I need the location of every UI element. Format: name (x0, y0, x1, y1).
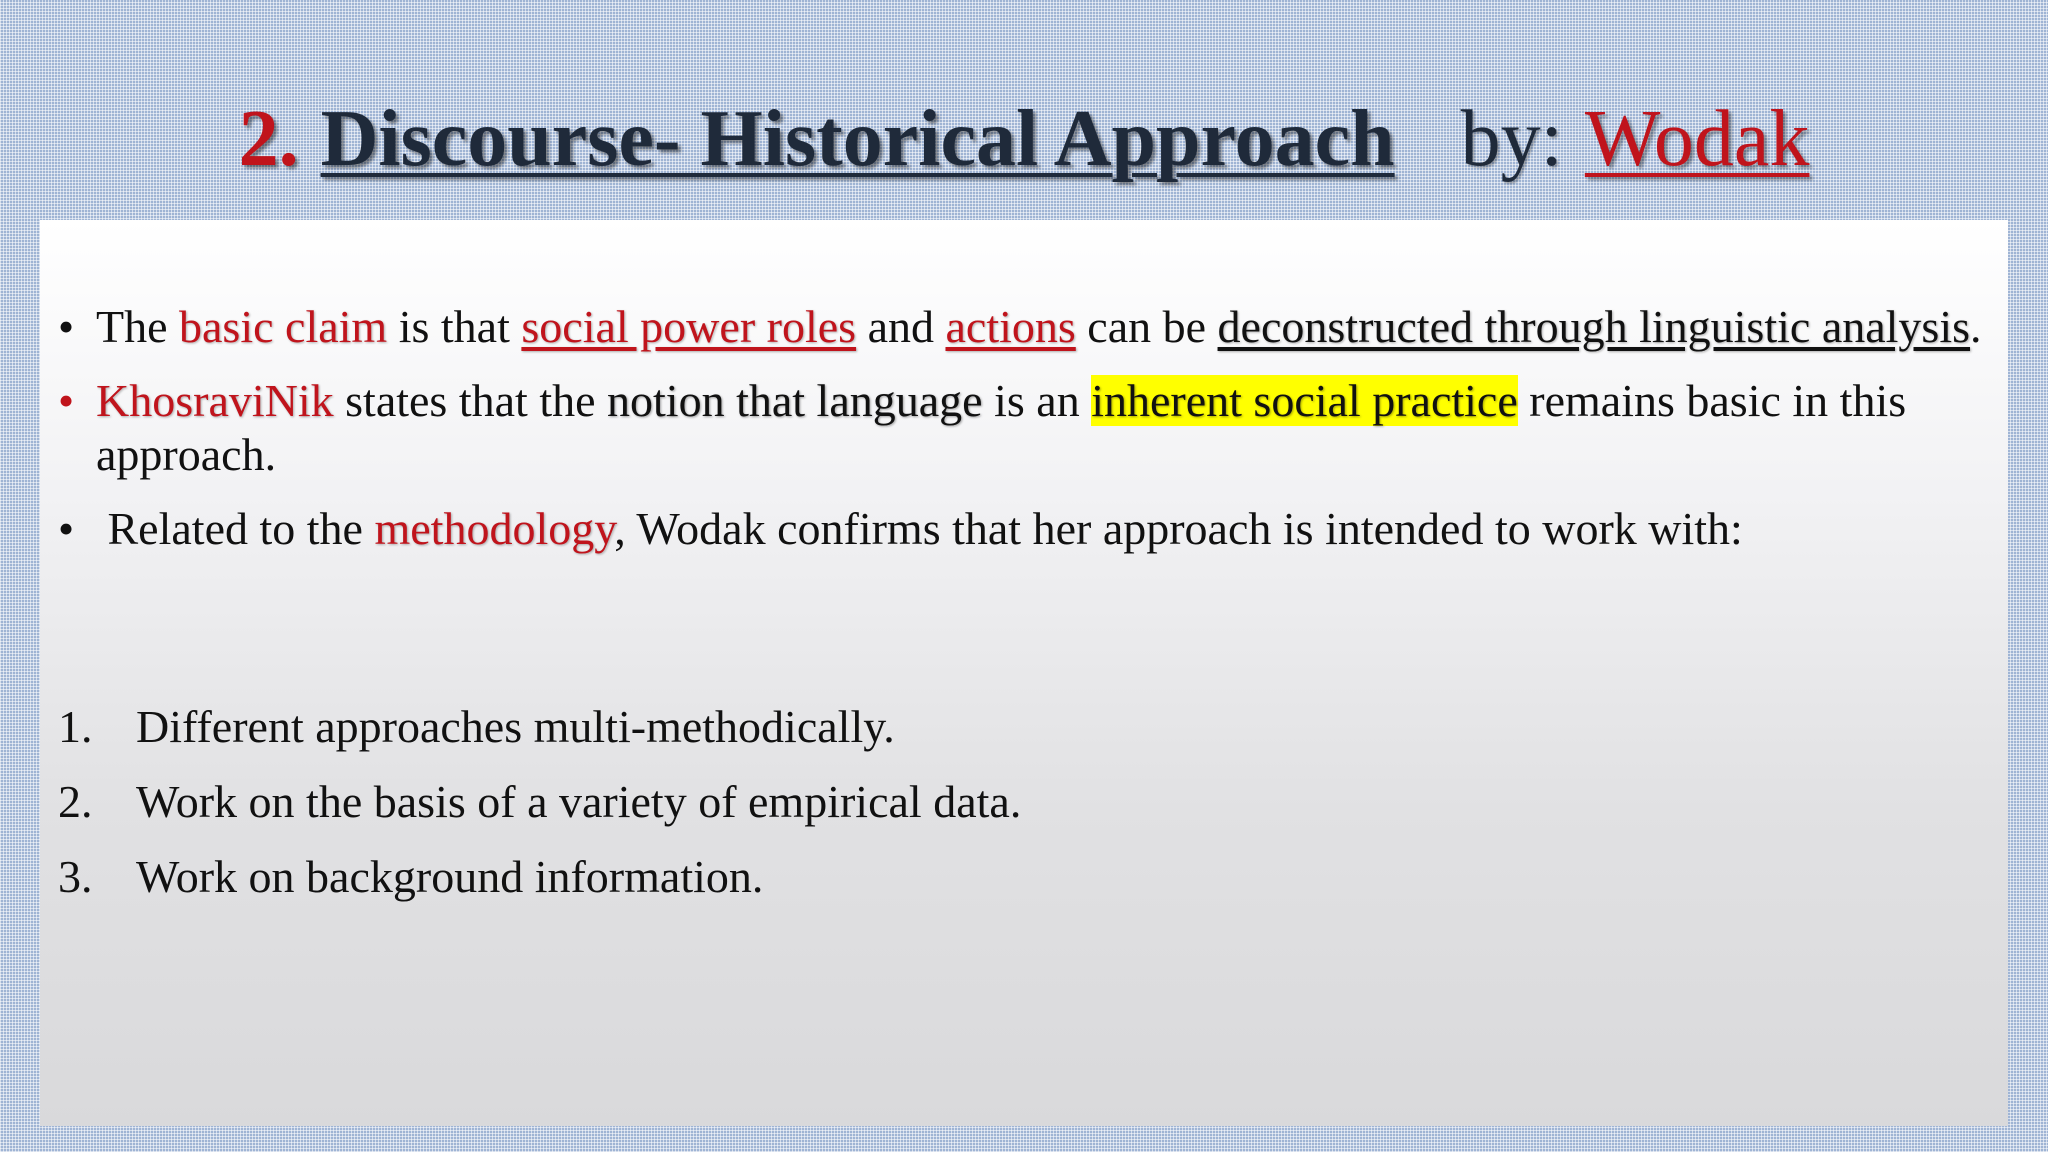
text-run: and (856, 301, 946, 352)
notion-term: notion that language (607, 375, 983, 426)
title-main: Discourse- Historical Approach (320, 94, 1395, 183)
title-author: Wodak (1584, 94, 1810, 183)
numbered-item: 1. Different approaches multi-methodical… (58, 700, 1958, 754)
numbered-item: 3. Work on background information. (58, 850, 1958, 904)
title-by: by: (1460, 94, 1563, 183)
text-run: states that the (333, 375, 608, 426)
khosravinik-name: KhosraviNik (96, 375, 334, 426)
text-run: can be (1075, 301, 1218, 352)
content-panel: • The basic claim is that social power r… (40, 220, 2008, 1126)
highlighted-social-practice: inherent social practice (1091, 375, 1518, 426)
bullet-marker: • (58, 503, 75, 554)
linguistic-analysis-term: deconstructed through linguistic analysi… (1217, 301, 1971, 352)
social-power-roles-term: social power roles (521, 301, 857, 352)
bullet-text: Related to the methodology, Wodak confir… (96, 503, 1743, 554)
bullet-marker: • (58, 375, 75, 426)
bullet-item-khosravinik: • KhosraviNik states that the notion tha… (58, 374, 1988, 482)
slide-title: 2. Discourse- Historical Approach by: Wo… (0, 84, 2048, 194)
text-run: is an (982, 375, 1092, 426)
text-run: Related to the (96, 503, 375, 554)
bullet-text: The basic claim is that social power rol… (96, 301, 1982, 352)
methodology-term: methodology (374, 503, 615, 554)
numbered-list: 1. Different approaches multi-methodical… (58, 700, 1958, 925)
numbered-item-text: Different approaches multi-methodically. (136, 701, 895, 752)
number-marker: 3. (58, 851, 93, 902)
actions-term: actions (945, 301, 1076, 352)
title-number: 2. (238, 94, 299, 183)
bullet-item-basic-claim: • The basic claim is that social power r… (58, 300, 1988, 354)
text-run: . (1970, 301, 1982, 352)
text-run: is that (387, 301, 522, 352)
number-marker: 2. (58, 776, 93, 827)
text-run: , Wodak confirms that her approach is in… (614, 503, 1743, 554)
bullet-marker: • (58, 301, 75, 352)
numbered-item-text: Work on the basis of a variety of empiri… (136, 776, 1022, 827)
basic-claim-term: basic claim (179, 301, 388, 352)
numbered-item-text: Work on background information. (136, 851, 764, 902)
number-marker: 1. (58, 701, 93, 752)
bullet-item-methodology: • Related to the methodology, Wodak conf… (58, 502, 1988, 556)
numbered-item: 2. Work on the basis of a variety of emp… (58, 775, 1958, 829)
bullet-list: • The basic claim is that social power r… (58, 300, 1988, 576)
bullet-text: KhosraviNik states that the notion that … (96, 375, 1906, 480)
text-run: The (96, 301, 180, 352)
